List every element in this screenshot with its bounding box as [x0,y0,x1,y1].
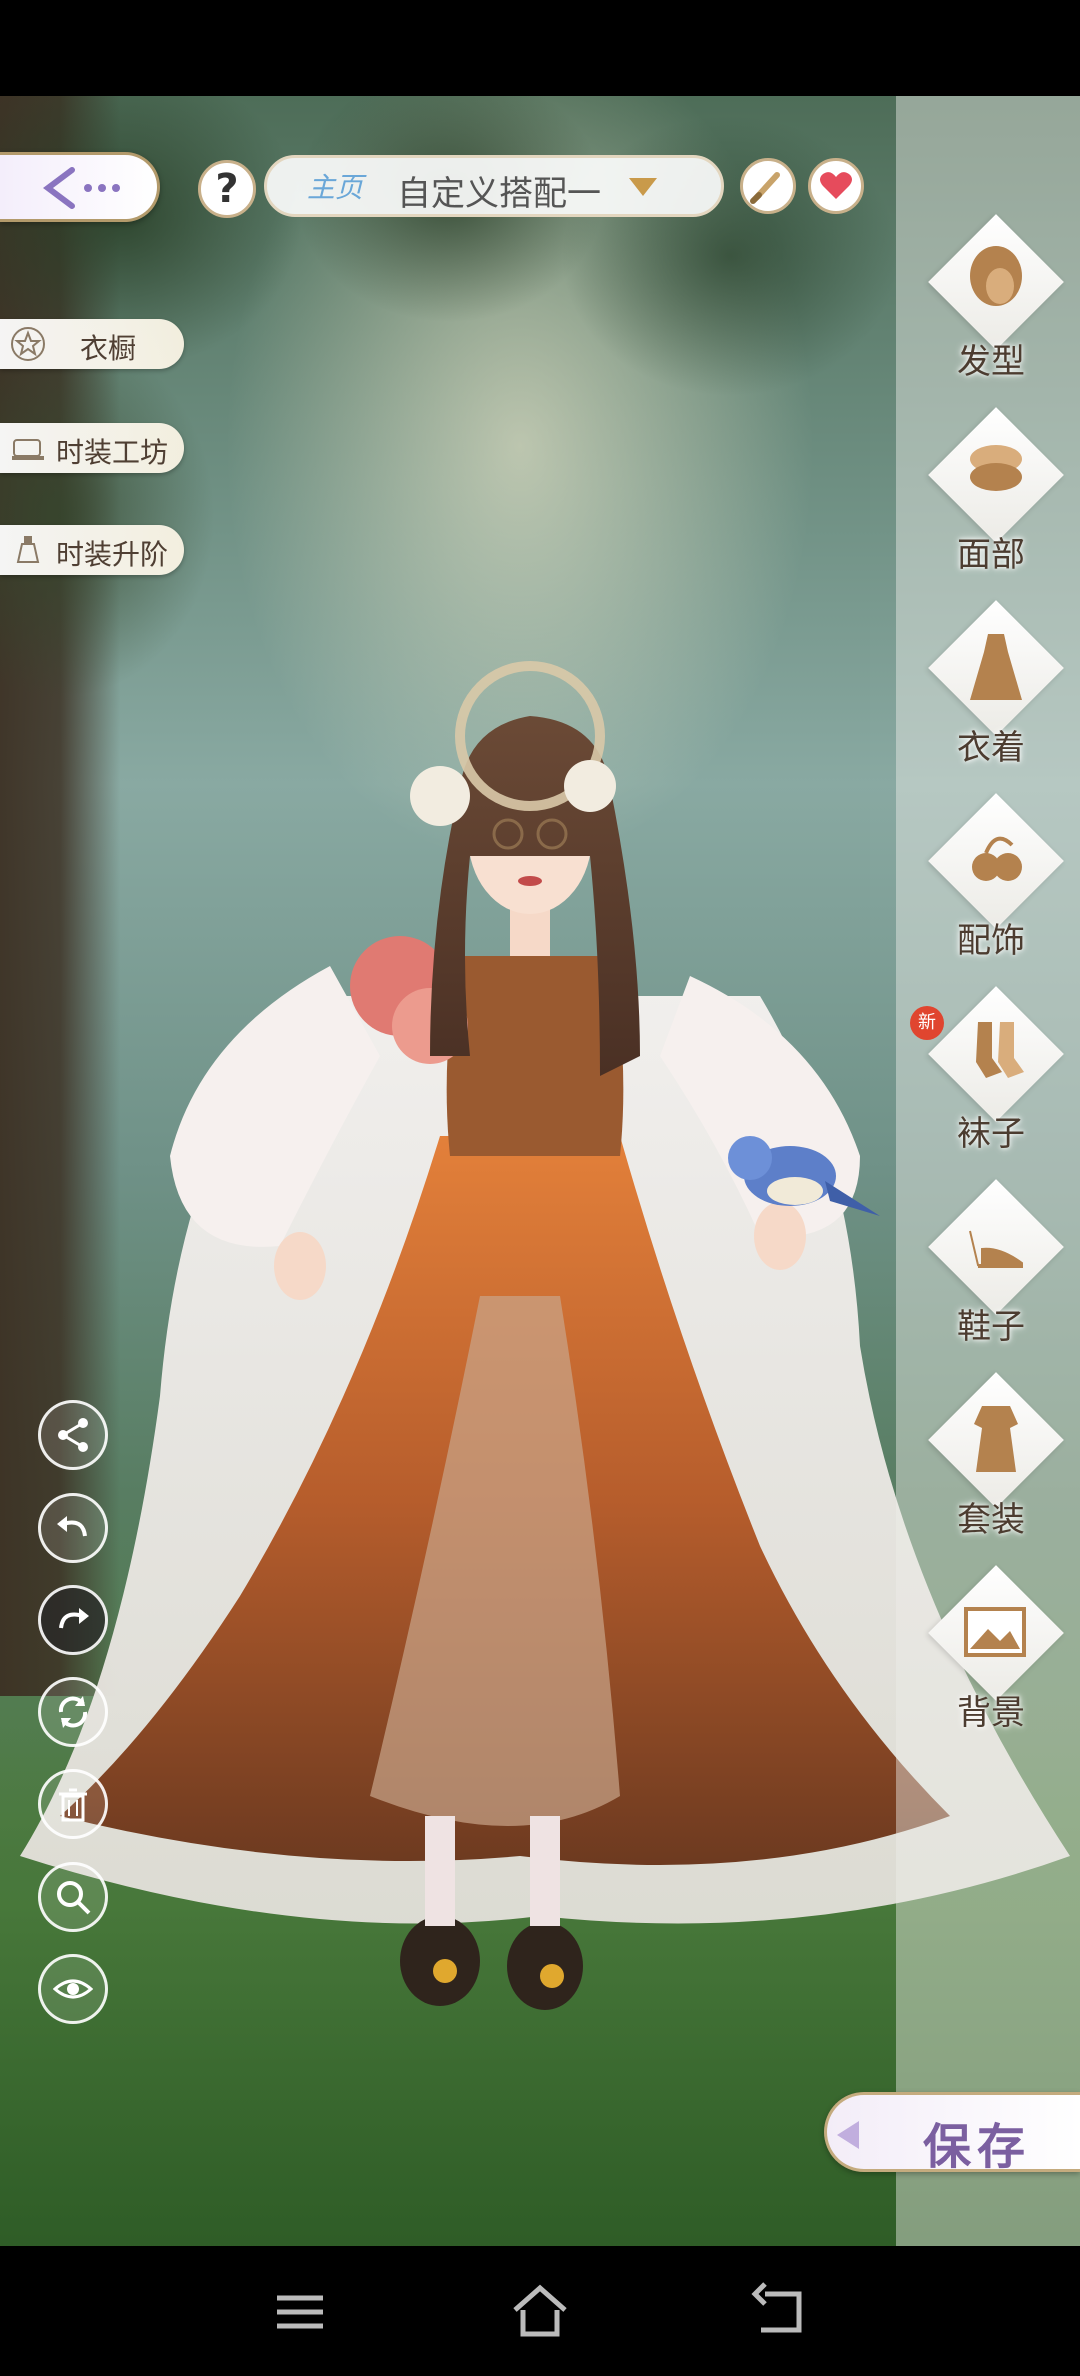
category-label: 面部 [957,535,1025,575]
outfit-name: 自定义搭配一 [397,174,601,214]
category-accessories[interactable]: 配饰 [916,793,1066,975]
socks-icon [976,1022,1024,1078]
category-outfit-set[interactable]: 套装 [916,1372,1066,1554]
outfit-set-icon [974,1406,1018,1472]
category-label: 套装 [957,1500,1025,1540]
makeup-compact-icon [970,445,1022,491]
dress-icon [970,634,1022,700]
undo-button[interactable] [38,1493,108,1563]
delete-button[interactable] [38,1769,108,1839]
outfit-tag: 主页 [307,171,364,204]
category-label: 配饰 [957,921,1025,961]
chevron-down-icon [629,178,657,196]
star-icon [11,327,45,361]
visibility-button[interactable] [38,1954,108,2024]
back-icon[interactable] [745,2276,815,2346]
share-button[interactable] [38,1400,108,1470]
category-panel: 发型 面部 衣着 配饰 新 袜子 鞋子 套装 背景 [896,96,1080,2246]
favorite-button[interactable] [808,158,864,214]
hairstyle-icon [970,246,1022,306]
new-badge: 新 [910,1006,944,1040]
category-background[interactable]: 背景 [916,1565,1066,1747]
brush-icon [750,172,780,204]
background-photo-icon [964,1607,1026,1657]
category-label: 背景 [957,1693,1025,1733]
zoom-button[interactable] [38,1862,108,1932]
zoom-icon [57,1881,91,1915]
save-label: 保存 [923,2119,1032,2175]
system-nav-bar [0,2246,1080,2376]
arrow-icon [837,2121,859,2149]
fashion-workshop-label: 时装工坊 [56,436,169,469]
redo-button[interactable] [38,1585,108,1655]
category-label: 鞋子 [957,1307,1025,1347]
back-button[interactable] [0,152,160,222]
fashion-upgrade-button[interactable]: 时装升阶 [0,525,184,575]
category-face[interactable]: 面部 [916,407,1066,589]
rotate-icon [58,1696,88,1728]
category-socks[interactable]: 新 袜子 [910,986,1066,1168]
fashion-workshop-button[interactable]: 时装工坊 [0,423,184,473]
wardrobe-button[interactable]: 衣橱 [0,319,184,369]
home-icon[interactable] [505,2276,575,2346]
high-heel-icon [969,1230,1023,1268]
wardrobe-label: 衣橱 [80,332,137,365]
help-icon: ? [215,166,239,212]
undo-icon [57,1516,87,1537]
status-bar [0,0,1080,96]
category-label: 衣着 [957,728,1025,768]
save-button[interactable]: 保存 [824,2092,1080,2175]
category-clothing[interactable]: 衣着 [916,600,1066,782]
outfit-selector-dropdown[interactable]: 主页 自定义搭配一 [264,155,724,217]
category-label: 发型 [957,342,1025,382]
category-hairstyle[interactable]: 发型 [916,214,1066,396]
back-arrow-icon [43,167,120,209]
help-button[interactable]: ? [198,160,256,218]
sewing-machine-icon [12,439,44,460]
share-icon [58,1418,88,1452]
redo-icon [59,1608,89,1629]
fashion-upgrade-label: 时装升阶 [56,538,169,571]
accessory-icon [972,836,1022,881]
heart-icon [820,172,852,199]
category-shoes[interactable]: 鞋子 [916,1179,1066,1361]
bottle-icon [16,536,40,563]
category-label: 袜子 [957,1114,1025,1154]
trash-icon [59,1788,87,1822]
menu-icon[interactable] [265,2276,335,2346]
edit-button[interactable] [740,158,796,214]
eye-icon [53,1979,93,1999]
rotate-button[interactable] [38,1677,108,1747]
